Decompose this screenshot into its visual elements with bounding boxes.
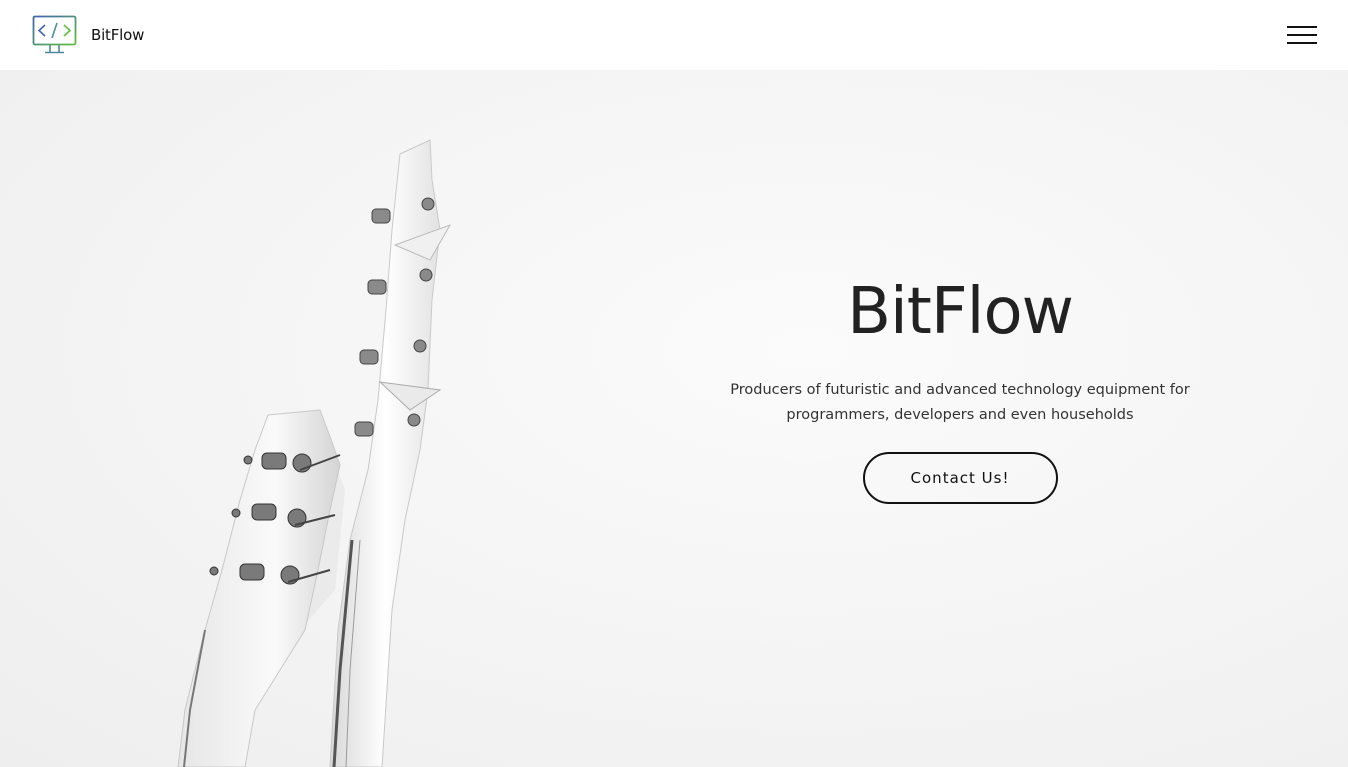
guitar-headstocks-image <box>177 139 452 767</box>
hero-title: BitFlow <box>847 275 1074 349</box>
hero-subtitle: Producers of futuristic and advanced tec… <box>730 382 1190 423</box>
brand-link[interactable]: BitFlow <box>32 15 144 55</box>
brand-name: BitFlow <box>91 26 145 44</box>
hamburger-line <box>1287 26 1317 28</box>
hamburger-line <box>1287 42 1317 44</box>
contact-us-button[interactable]: Contact Us! <box>862 452 1058 504</box>
hamburger-menu-icon[interactable] <box>1287 24 1317 46</box>
hero-content: BitFlow Producers of futuristic and adva… <box>700 270 1220 504</box>
hamburger-line <box>1287 34 1317 36</box>
monitor-code-icon <box>32 15 77 54</box>
hero-section: BitFlow Producers of futuristic and adva… <box>0 70 1348 767</box>
navbar: BitFlow <box>0 0 1348 70</box>
